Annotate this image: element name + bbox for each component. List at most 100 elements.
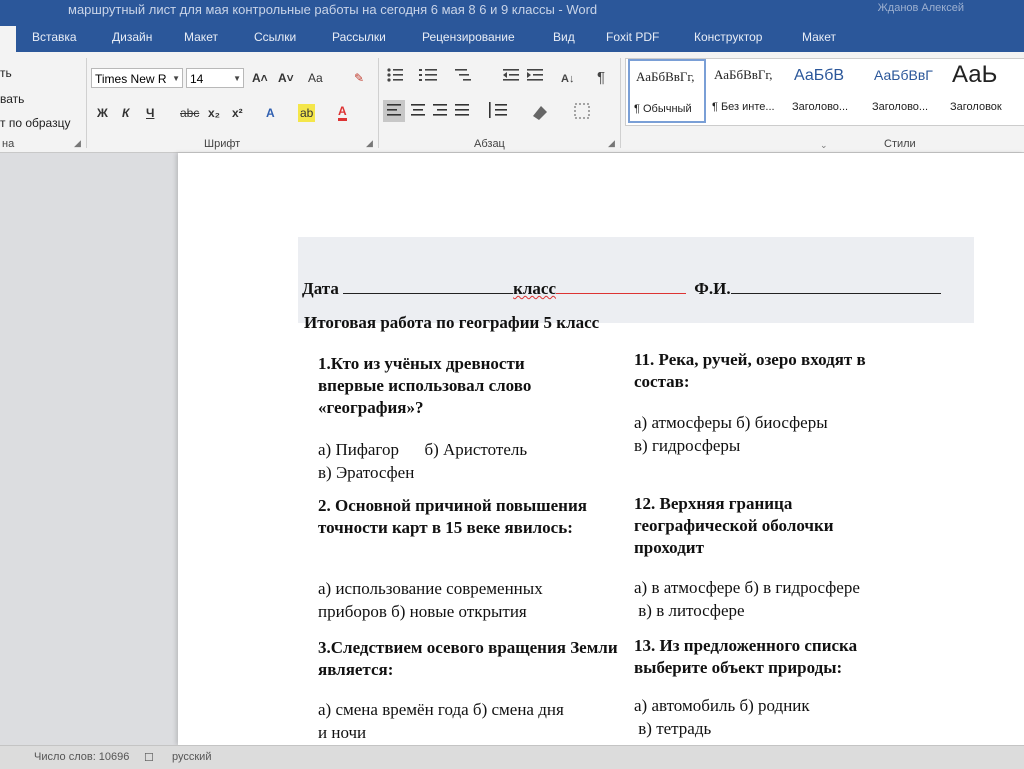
- tab-mailings[interactable]: Рассылки: [332, 30, 386, 44]
- highlight-button[interactable]: ab: [298, 104, 316, 122]
- date-label: Дата: [302, 279, 339, 298]
- document-page[interactable]: Дата класс Ф.И. Итоговая работа по геогр…: [178, 153, 1024, 745]
- styles-group-label: Стили: [884, 138, 916, 150]
- navigation-area: [0, 153, 178, 745]
- justify-icon[interactable]: [455, 104, 469, 116]
- svg-text:A↓: A↓: [561, 73, 574, 85]
- font-size-value: 14: [190, 72, 204, 86]
- font-launcher-icon[interactable]: ◢: [366, 138, 373, 149]
- font-size-select[interactable]: 14 ▼: [186, 68, 244, 88]
- tab-home-edge[interactable]: [0, 26, 16, 52]
- tab-references[interactable]: Ссылки: [254, 30, 296, 44]
- answer-1-line-1: а) Пифагор б) Аристотель: [318, 440, 528, 459]
- header-line: Дата класс Ф.И.: [302, 279, 941, 299]
- shading-icon[interactable]: [533, 106, 547, 120]
- sort-icon[interactable]: A↓: [561, 73, 574, 85]
- decrease-indent-icon[interactable]: [503, 69, 519, 81]
- tab-insert[interactable]: Вставка: [32, 30, 77, 44]
- class-blank[interactable]: [556, 279, 687, 294]
- underline-button[interactable]: Ч: [146, 104, 154, 122]
- clipboard-launcher-icon[interactable]: ◢: [74, 138, 81, 149]
- clear-formatting-button[interactable]: ✎: [354, 69, 364, 87]
- fio-label: Ф.И.: [694, 279, 731, 298]
- numbering-icon[interactable]: [419, 69, 437, 81]
- question-13: 13. Из предложенного списка выберите объ…: [634, 636, 858, 677]
- style-heading-2[interactable]: АаБбВвГ Заголово...: [868, 59, 946, 123]
- proofing-icon[interactable]: ☐: [144, 751, 154, 764]
- styles-more-icon[interactable]: ⌄: [820, 140, 828, 151]
- style-name: Заголово...: [872, 101, 929, 113]
- paragraph-group-label: Абзац: [474, 138, 505, 150]
- styles-gallery: АаБбВвГг, ¶ Обычный АаБбВвГг, ¶ Без инте…: [625, 58, 1024, 126]
- grow-font-button[interactable]: A˄: [252, 69, 268, 87]
- language-indicator[interactable]: русский: [172, 751, 211, 763]
- answer-12-line-2: в) в литосфере: [634, 601, 745, 620]
- style-name: Заголовок: [950, 101, 1002, 113]
- pilcrow-icon[interactable]: ¶: [597, 69, 605, 86]
- document-heading: Итоговая работа по географии 5 класс: [304, 313, 600, 332]
- style-heading-1[interactable]: АаБбВ Заголово...: [788, 59, 866, 123]
- multilevel-list-icon[interactable]: [455, 69, 471, 81]
- user-name[interactable]: Жданов Алексей: [878, 2, 964, 14]
- style-sample: АаБбВвГг,: [714, 67, 773, 82]
- question-11: 11. Река, ручей, озеро входят в состав:: [634, 350, 866, 391]
- paste-button[interactable]: ть: [0, 66, 12, 80]
- font-family-value: Times New R: [95, 72, 167, 86]
- style-no-spacing[interactable]: АаБбВвГг, ¶ Без инте...: [708, 59, 786, 123]
- chevron-down-icon: ▼: [233, 74, 241, 83]
- align-left-icon[interactable]: [383, 100, 405, 122]
- style-title[interactable]: АаЬ Заголовок: [946, 59, 1024, 123]
- subscript-button[interactable]: x₂: [208, 104, 220, 122]
- superscript-button[interactable]: x²: [232, 104, 243, 122]
- svg-text:¶: ¶: [597, 69, 605, 86]
- answer-1-line-2: в) Эратосфен: [318, 463, 415, 482]
- answer-3-line-2: и ночи: [318, 723, 367, 742]
- window-title: маршрутный лист для мая контрольные рабо…: [68, 2, 598, 17]
- bold-button[interactable]: Ж: [97, 104, 108, 122]
- increase-indent-icon[interactable]: [527, 69, 543, 81]
- change-case-button[interactable]: Aa: [308, 69, 323, 87]
- word-count[interactable]: Число слов: 10696: [34, 751, 129, 763]
- title-bar: маршрутный лист для мая контрольные рабо…: [0, 0, 1024, 24]
- question-2: 2. Основной причиной повышения точности …: [318, 496, 587, 537]
- align-center-icon[interactable]: [411, 104, 425, 116]
- line-spacing-icon[interactable]: [489, 102, 507, 118]
- style-name: ¶ Без инте...: [712, 101, 775, 113]
- paragraph-launcher-icon[interactable]: ◢: [608, 138, 615, 149]
- align-right-icon[interactable]: [433, 104, 447, 116]
- date-blank[interactable]: [343, 279, 514, 294]
- answer-2-line-1: а) использование современных: [318, 579, 543, 598]
- style-normal[interactable]: АаБбВвГг, ¶ Обычный: [628, 59, 706, 123]
- borders-icon[interactable]: [574, 103, 590, 119]
- tab-view[interactable]: Вид: [553, 30, 575, 44]
- tab-table-layout[interactable]: Макет: [802, 30, 836, 44]
- question-1: 1.Кто из учёных древности впервые исполь…: [318, 354, 532, 417]
- font-family-select[interactable]: Times New R ▼: [91, 68, 183, 88]
- class-label: класс: [513, 279, 557, 298]
- italic-button[interactable]: К: [122, 104, 129, 122]
- font-group-label: Шрифт: [204, 138, 241, 150]
- font-color-button[interactable]: A: [338, 104, 347, 121]
- style-name: Заголово...: [792, 101, 849, 113]
- paragraph-tools: A↓ ¶: [383, 68, 605, 122]
- divider: [86, 58, 87, 148]
- style-sample: АаБбВвГг,: [636, 69, 695, 84]
- answer-13-line-1: а) автомобиль б) родник: [634, 696, 810, 715]
- answer-11-line-2: в) гидросферы: [634, 436, 741, 455]
- shrink-font-button[interactable]: A˅: [278, 69, 294, 87]
- fio-blank[interactable]: [730, 279, 941, 294]
- tab-constructor[interactable]: Конструктор: [694, 30, 762, 44]
- tab-foxit-pdf[interactable]: Foxit PDF: [606, 30, 659, 44]
- question-3: 3.Следствием осевого вращения Земли явля…: [318, 638, 618, 679]
- tab-design[interactable]: Дизайн: [112, 30, 152, 44]
- bullets-icon[interactable]: [387, 68, 403, 82]
- tab-layout[interactable]: Макет: [184, 30, 218, 44]
- format-painter-button[interactable]: т по образцу: [0, 116, 70, 130]
- answer-12-line-1: а) в атмосфере б) в гидросфере: [634, 578, 860, 597]
- tab-review[interactable]: Рецензирование: [422, 30, 515, 44]
- copy-button[interactable]: вать: [0, 92, 24, 106]
- answer-13-line-2: в) тетрадь: [634, 719, 712, 738]
- text-effects-button[interactable]: A: [266, 104, 275, 122]
- style-name: ¶ Обычный: [634, 103, 692, 115]
- strikethrough-button[interactable]: abc: [180, 104, 199, 122]
